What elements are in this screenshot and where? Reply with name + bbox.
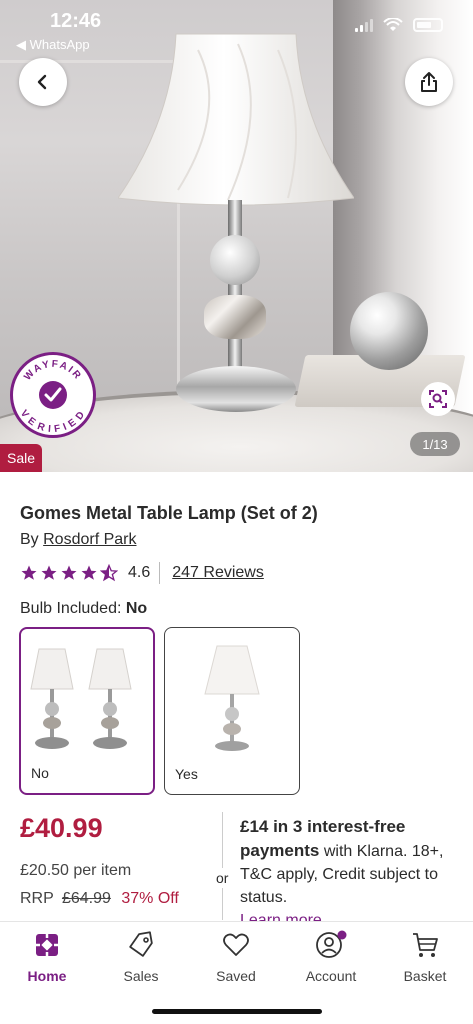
option-name: Bulb Included: [20, 600, 122, 617]
silver-ball-decor [350, 292, 428, 370]
home-indicator [152, 1009, 322, 1014]
visual-search-icon [429, 390, 447, 408]
basket-icon [413, 933, 438, 957]
wifi-icon [383, 18, 403, 31]
reviews-link[interactable]: 247 Reviews [172, 564, 264, 582]
tab-basket-label: Basket [403, 968, 447, 984]
price: £40.99 [20, 813, 103, 843]
by-prefix: By [20, 531, 39, 548]
share-button[interactable] [405, 58, 453, 106]
option-no-label: No [31, 765, 49, 781]
klarna-offer: £14 in 3 interest-free payments with Kla… [240, 815, 460, 923]
tab-sales[interactable]: Sales [101, 930, 181, 984]
divider [159, 562, 161, 584]
option-yes-thumbnail [204, 645, 260, 751]
battery-icon [413, 18, 443, 32]
home-icon [34, 932, 60, 958]
tab-basket[interactable]: Basket [385, 930, 465, 984]
rating-value: 4.6 [128, 564, 151, 581]
lamp-crystal [204, 295, 266, 339]
lamp-orb [210, 235, 260, 285]
tab-home[interactable]: Home [7, 930, 87, 984]
discount-percent: 37% Off [121, 890, 179, 907]
lamp-base [176, 366, 296, 412]
status-icons [355, 18, 443, 32]
or-text: or [216, 868, 229, 888]
account-icon [316, 930, 347, 958]
verified-top-text: WAYFAIR [22, 359, 82, 383]
star-icon [61, 565, 77, 580]
star-half-icon [100, 564, 118, 582]
svg-text:VERIFIED: VERIFIED [18, 408, 88, 435]
option-no-thumbnail [30, 648, 132, 749]
share-icon [421, 72, 437, 92]
image-counter: 1/13 [410, 432, 460, 456]
per-item-price: £20.50 per item [20, 862, 132, 879]
brand-link[interactable]: Rosdorf Park [43, 531, 136, 548]
tab-saved-label: Saved [216, 968, 256, 984]
option-label: Bulb Included: No [20, 600, 147, 618]
option-yes-label: Yes [175, 766, 198, 782]
price-divider [222, 812, 223, 920]
tab-account-label: Account [305, 968, 357, 984]
lamp-shade [118, 33, 354, 206]
back-to-app-link[interactable]: ◀ WhatsApp [16, 37, 90, 53]
rrp-value: £64.99 [61, 890, 111, 907]
signal-icon [355, 18, 373, 32]
star-icon [81, 565, 97, 580]
chevron-left-icon [37, 74, 47, 90]
star-icon [21, 565, 37, 580]
option-selected-value: No [125, 600, 148, 617]
option-card-yes[interactable]: Yes [164, 627, 300, 795]
tab-account[interactable]: Account [291, 930, 371, 984]
rating-row: 4.6 247 Reviews [20, 562, 264, 584]
svg-text:WAYFAIR: WAYFAIR [22, 359, 84, 383]
brand-byline: By Rosdorf Park [20, 531, 137, 549]
sale-badge: Sale [0, 444, 42, 472]
tab-saved[interactable]: Saved [196, 930, 276, 984]
status-time: 12:46 [50, 10, 102, 32]
tab-sales-label: Sales [123, 968, 159, 984]
visual-search-button[interactable] [421, 382, 455, 416]
rrp-row: RRP £64.99 37% Off [20, 890, 179, 908]
heart-icon [223, 933, 249, 956]
verified-check-icon [39, 381, 67, 409]
rrp-label: RRP [20, 890, 54, 907]
star-rating [20, 564, 118, 582]
verified-bottom-text: VERIFIED [18, 408, 86, 435]
back-button[interactable] [19, 58, 67, 106]
tag-icon [129, 931, 153, 957]
star-icon [41, 565, 57, 580]
tab-home-label: Home [27, 968, 67, 984]
wayfair-verified-badge: WAYFAIR VERIFIED [10, 352, 96, 438]
option-card-no[interactable]: No [19, 627, 155, 795]
product-title: Gomes Metal Table Lamp (Set of 2) [20, 503, 318, 523]
